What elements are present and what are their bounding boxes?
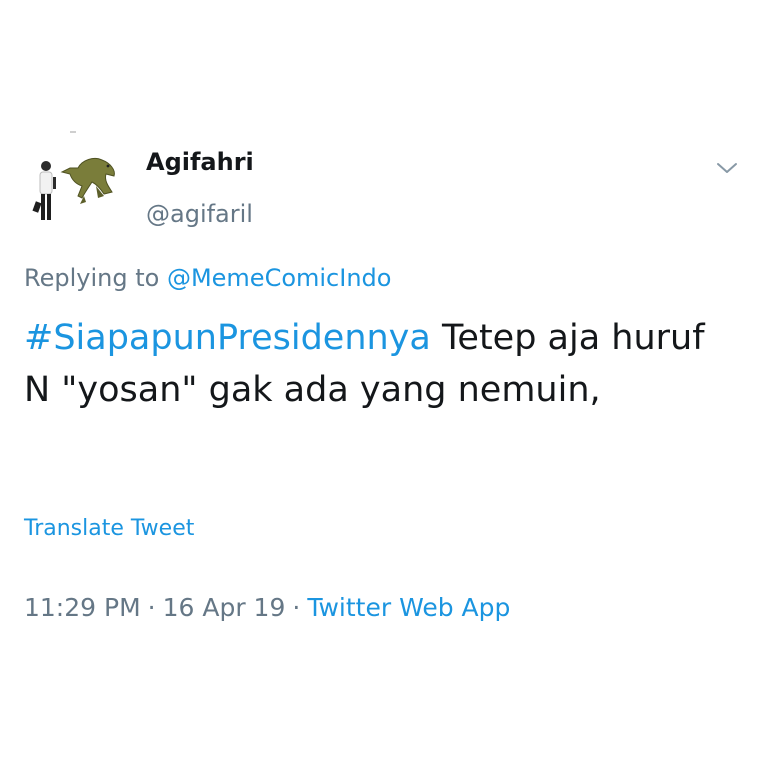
tweet-source-link[interactable]: Twitter Web App [307,593,510,622]
tweet-page: Agifahri @agifaril Replying to @MemeComi… [0,0,759,759]
translate-tweet-link[interactable]: Translate Tweet [24,516,194,541]
separator-dot: · [147,593,156,622]
tweet-text: #SiapapunPresidennya Tetep aja huruf N "… [24,312,724,416]
separator-dot: · [292,593,301,622]
reply-mention-link[interactable]: @MemeComicIndo [167,264,392,292]
avatar-image [32,157,115,220]
chevron-down-icon [717,163,737,173]
avatar[interactable] [24,150,124,240]
hashtag-link[interactable]: #SiapapunPresidennya [24,318,431,358]
user-handle[interactable]: @agifaril [146,200,253,228]
replying-to: Replying to @MemeComicIndo [24,264,391,292]
tweet-metadata: 11:29 PM · 16 Apr 19 · Twitter Web App [24,593,510,622]
tweet-time[interactable]: 11:29 PM [24,593,141,622]
replying-prefix: Replying to [24,264,160,292]
tweet-header: Agifahri @agifaril [24,130,739,245]
tweet-date[interactable]: 16 Apr 19 [163,593,286,622]
display-name[interactable]: Agifahri [146,148,254,176]
tweet-card: Agifahri @agifaril Replying to @MemeComi… [24,130,739,622]
tweet-menu-button[interactable] [715,160,739,176]
